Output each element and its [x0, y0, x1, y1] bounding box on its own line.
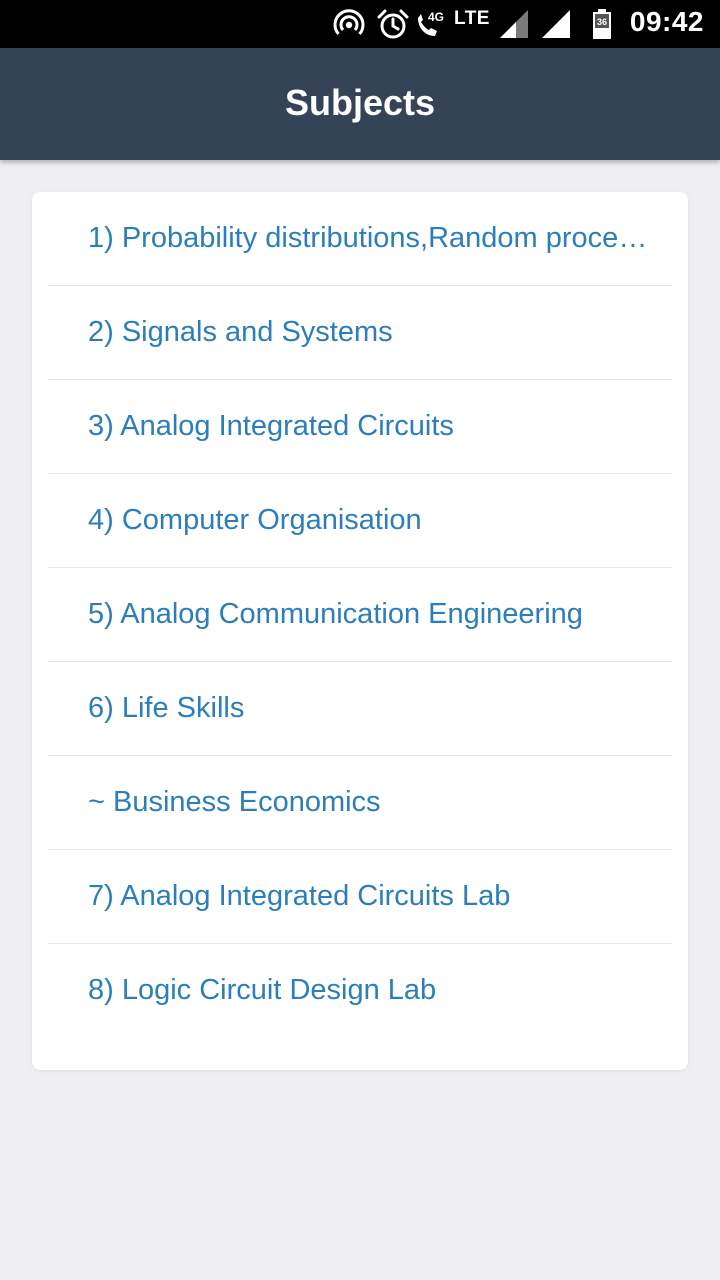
signal-icon	[542, 10, 570, 38]
subject-label: 8) Logic Circuit Design Lab	[88, 974, 437, 1006]
page-title: Subjects	[284, 82, 436, 123]
subject-list-item[interactable]: 2) Signals and Systems	[48, 286, 672, 380]
subject-list-item[interactable]: 8) Logic Circuit Design Lab	[48, 944, 672, 1037]
subjects-list: 1) Probability distributions,Random proc…	[32, 192, 688, 1037]
subject-list-item[interactable]: 4) Computer Organisation	[48, 474, 672, 568]
subject-list-item[interactable]: 1) Probability distributions,Random proc…	[48, 192, 672, 286]
subject-label: ~ Business Economics	[88, 786, 381, 818]
subject-list-item[interactable]: 6) Life Skills	[48, 662, 672, 756]
volte-call-icon: 4G	[418, 10, 444, 36]
subjects-card: 1) Probability distributions,Random proc…	[32, 192, 688, 1070]
subject-list-item[interactable]: 5) Analog Communication Engineering	[48, 568, 672, 662]
subject-label: 7) Analog Integrated Circuits Lab	[88, 880, 511, 912]
subject-label: 6) Life Skills	[88, 692, 245, 724]
status-bar: 4G LTE 36 09:42	[0, 0, 720, 48]
clock-time: 09:42	[629, 6, 704, 37]
hotspot-icon	[333, 9, 365, 35]
network-small-label: 4G	[428, 10, 444, 24]
network-type-label: LTE	[454, 8, 490, 29]
subject-label: 3) Analog Integrated Circuits	[88, 410, 454, 442]
subject-label: 1) Probability distributions,Random proc…	[88, 222, 648, 254]
app-header: Subjects	[0, 48, 720, 160]
battery-level-label: 36	[597, 17, 607, 27]
subject-label: 4) Computer Organisation	[88, 504, 422, 536]
subject-list-item[interactable]: 3) Analog Integrated Circuits	[48, 380, 672, 474]
signal-icon	[500, 10, 528, 38]
subject-list-item[interactable]: ~ Business Economics	[48, 756, 672, 850]
subject-label: 2) Signals and Systems	[88, 316, 393, 348]
battery-icon: 36	[593, 9, 611, 39]
alarm-icon	[377, 9, 409, 39]
subject-label: 5) Analog Communication Engineering	[88, 598, 583, 630]
subject-list-item[interactable]: 7) Analog Integrated Circuits Lab	[48, 850, 672, 944]
